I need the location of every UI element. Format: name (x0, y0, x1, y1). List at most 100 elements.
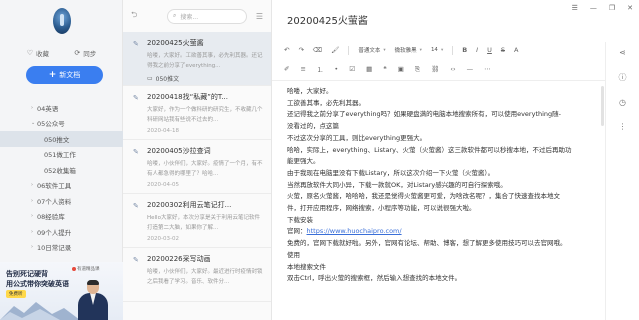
align-icon[interactable]: ≡ (300, 65, 305, 73)
minimize-icon[interactable]: — (590, 4, 597, 12)
highlight-icon[interactable]: ✐ (284, 65, 289, 73)
maximize-icon[interactable]: ❐ (609, 4, 615, 12)
tree-item-label: 04英语 (37, 104, 59, 113)
more-icon[interactable]: ⋯ (484, 65, 491, 73)
note-title: 20200302利用云笔记打... (147, 201, 232, 209)
note-icon: ✎ (133, 94, 139, 102)
favorites-button[interactable]: ♡ 收藏 (27, 48, 49, 58)
format-painter-icon[interactable]: 🖌 (331, 46, 339, 54)
tree-item-09[interactable]: › 09个人提升 (0, 224, 123, 240)
website-link[interactable]: https://www.huochaipro.com/ (307, 227, 402, 235)
tree-item-05[interactable]: ⌄ 05公众号 (0, 116, 123, 132)
font-color-icon[interactable]: A (514, 46, 518, 54)
link-icon[interactable]: ⛓ (431, 65, 439, 73)
note-item[interactable]: ✎ 20200425火萤酱 哈喽，大家好。工欲善其事，必先利其器。还记得我之前分… (123, 32, 271, 86)
note-folder-label: 050推文 (155, 76, 180, 83)
back-arrow-icon[interactable]: ⮌ (131, 9, 143, 23)
ad-headline: 告别死记硬背 (6, 270, 48, 278)
strikethrough-icon[interactable]: S (501, 46, 505, 54)
ad-cta-button[interactable]: 免费听 (6, 290, 26, 298)
font-size-value: 14 (430, 47, 438, 53)
more-options-icon[interactable]: ⋮ (619, 122, 627, 131)
note-item[interactable]: ✎ 20200226采写动画 哈喽，小伙伴们，大家好。最近进行时疫情封锁之后我看… (123, 248, 271, 302)
note-summary: 哈喽，小伙伴们，大家好。疫情了一个月，有不有人都急得的哪里了？哈哈... (147, 161, 263, 177)
attachment-icon[interactable]: ⎘ (415, 65, 420, 74)
tree-item-label: 050推文 (44, 135, 70, 144)
content-line: 哈喽，大家好。 (287, 87, 333, 95)
note-date: 2020-03-02 (147, 236, 179, 242)
tree-item-08[interactable]: › 08经验库 (0, 209, 123, 225)
note-icon: ✎ (133, 256, 139, 264)
note-item[interactable]: ✎ 20200302利用云笔记打... Hello大家好，本次分享是关于利用云笔… (123, 194, 271, 248)
right-side-toolbar: ⋖ ⓘ ◷ ⋮ (605, 42, 639, 320)
ordered-list-icon[interactable]: ⒈ (317, 64, 324, 74)
tree-item-04[interactable]: › 04英语 (0, 100, 123, 116)
content-line: 火萤，原名火萤酱，哈哈哈，我还是觉得火萤酱更可爱，为啥改名呢？，集合了快速查找本… (287, 192, 560, 201)
redo-icon[interactable]: ↷ (298, 46, 303, 54)
tree-item-052[interactable]: 052收集箱 (0, 162, 123, 178)
sync-icon: ⟳ (74, 49, 81, 57)
ad-banner[interactable]: 有道精品课 告别死记硬背 用公式带你突破英语 免费听 (0, 262, 123, 320)
content-line: 还记得我之前分享了everything吗？如果硬盘满的电脑本地搜索所有，可以使用… (287, 110, 562, 119)
close-icon[interactable]: ✕ (627, 4, 633, 12)
chevron-down-icon: ▾ (440, 47, 444, 53)
content-line: 工欲善其事，必先利其器。 (287, 98, 365, 107)
share-icon[interactable]: ⋖ (619, 48, 626, 57)
menu-icon[interactable]: ☰ (572, 4, 578, 12)
note-date: 2020-04-18 (147, 128, 179, 134)
font-size-select[interactable]: 14 ▾ (431, 47, 443, 53)
content-line-website: 官网：https://www.huochaipro.com/ (287, 226, 605, 238)
tree-item-label: 10日常记录 (37, 244, 72, 253)
note-title: 20200405沙拉查词 (147, 147, 211, 155)
bullet-list-icon[interactable]: • (334, 65, 338, 73)
undo-icon[interactable]: ↶ (284, 46, 289, 54)
note-folder: ▭ 050推文 (147, 74, 263, 83)
user-avatar[interactable] (53, 8, 71, 34)
italic-icon[interactable]: I (476, 46, 478, 54)
document-content[interactable]: 哈喽，大家好。 工欲善其事，必先利其器。 还记得我之前分享了everything… (287, 86, 605, 285)
info-icon[interactable]: ⓘ (619, 72, 627, 83)
bold-icon[interactable]: B (462, 46, 467, 54)
tree-item-06[interactable]: › 06软件工具 (0, 178, 123, 194)
code-icon[interactable]: ‹› (450, 65, 455, 73)
underline-icon[interactable]: U (487, 46, 492, 54)
note-summary: 大家好，作为一个做科研的研究生，不收藏几个科研网站我有些说不过去的... (147, 107, 263, 123)
font-family-select[interactable]: 微软雅黑 ▾ (394, 46, 422, 55)
table-icon[interactable]: ▦ (366, 65, 372, 73)
note-item[interactable]: ✎ 20200405沙拉查词 哈喽，小伙伴们，大家好。疫情了一个月，有不有人都急… (123, 140, 271, 194)
clear-format-icon[interactable]: ⌫ (313, 46, 322, 54)
chevron-down-icon: ▾ (383, 47, 386, 53)
font-family-value: 微软雅黑 (394, 48, 417, 54)
sort-icon[interactable]: ☰ (256, 12, 263, 21)
sync-button[interactable]: ⟳ 同步 (74, 48, 96, 58)
image-icon[interactable]: ▣ (398, 65, 404, 73)
content-scrollbar[interactable] (601, 86, 604, 126)
note-list-header: ⮌ ⌕ 搜索... ☰ (123, 0, 271, 32)
checklist-icon[interactable]: ☑ (349, 65, 355, 73)
content-line: 使用 (287, 250, 300, 259)
history-icon[interactable]: ◷ (619, 98, 626, 107)
note-item[interactable]: ✎ 20200418找“私藏”的T... 大家好，作为一个做科研的研究生，不收藏… (123, 86, 271, 140)
tree-item-051[interactable]: 051做工作 (0, 147, 123, 163)
new-document-button[interactable]: + 新文档 (26, 66, 103, 84)
content-line: 不过这次分享的工具，则比everything更强大。 (287, 133, 427, 142)
note-list-panel: ⮌ ⌕ 搜索... ☰ ✎ 20200425火萤酱 哈喽，大家好。工欲善其事，必… (123, 0, 272, 320)
quote-icon[interactable]: ❝ (383, 65, 387, 73)
ad-subheadline: 用公式带你突破英语 (6, 280, 69, 288)
search-placeholder: 搜索... (180, 13, 199, 21)
note-title: 20200425火萤酱 (147, 39, 204, 47)
note-summary: 哈喽，大家好。工欲善其事，必先利其器。还记得我之前分享了everything..… (147, 53, 263, 69)
document-title[interactable]: 20200425火萤酱 (287, 12, 368, 27)
content-line: 双击Ctrl，呼出火萤的搜索框，然后输入想查找的本地文件。 (287, 274, 462, 283)
heart-icon: ♡ (26, 49, 33, 57)
content-line: 由于我现在电脑里没有下载Listary，所以这次介绍一下火萤（火萤酱）。 (287, 168, 495, 177)
paragraph-style-value: 普通文本 (358, 48, 381, 54)
toolbar-divider (348, 45, 350, 55)
tree-item-10[interactable]: › 10日常记录 (0, 240, 123, 256)
search-input[interactable]: ⌕ 搜索... (167, 8, 247, 24)
tree-item-050[interactable]: 050推文 (0, 131, 123, 147)
tree-item-07[interactable]: › 07个人资料 (0, 193, 123, 209)
divider-icon[interactable]: — (467, 65, 474, 73)
paragraph-style-select[interactable]: 普通文本 ▾ (358, 46, 386, 55)
note-summary: 哈喽，小伙伴们，大家好。最近进行时疫情封锁之后我看了学习。音乐、软件分... (147, 269, 263, 285)
